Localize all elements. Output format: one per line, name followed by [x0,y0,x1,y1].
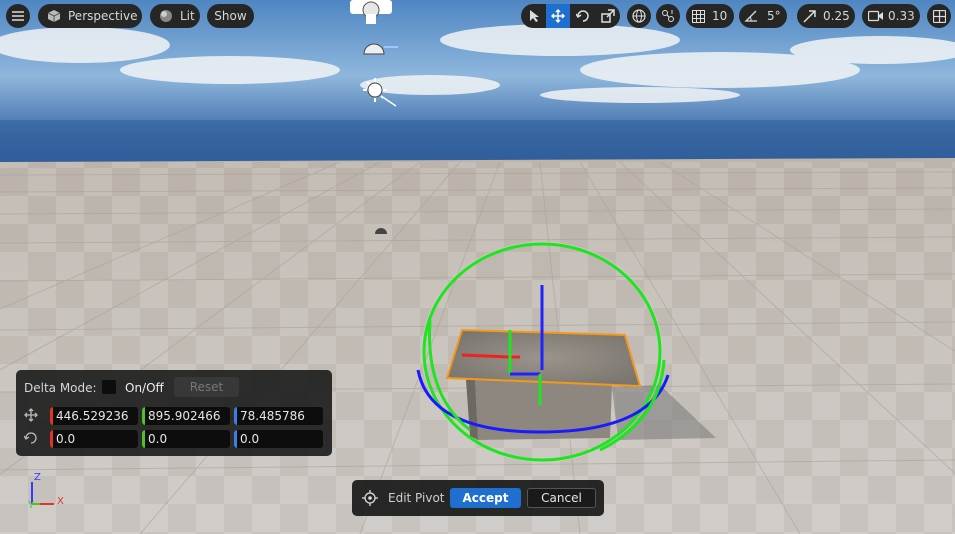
delta-mode-label: Delta Mode: [24,381,97,395]
location-x-field[interactable]: 446.529236 [50,407,138,425]
camera-speed-button[interactable]: 0.33 [862,4,920,28]
transform-mode-group [521,4,620,28]
edit-pivot-label: Edit Pivot [388,491,445,505]
surface-snap-icon [660,8,676,24]
location-y-value: 895.902466 [148,409,221,423]
perspective-label: Perspective [68,9,138,23]
cancel-button[interactable]: Cancel [527,488,596,508]
y-axis-bar [142,407,145,425]
x-axis-bar [50,430,53,448]
x-axis-bar [50,407,53,425]
grid-snap-value: 10 [712,9,728,23]
translate-mode-button[interactable] [546,4,570,28]
cancel-label: Cancel [541,491,582,505]
pivot-icon [362,490,378,509]
scale-snap-value: 0.25 [823,9,850,23]
lit-button[interactable]: Lit [150,4,200,28]
rotation-y-value: 0.0 [148,432,168,446]
surface-snapping-button[interactable] [656,4,680,28]
location-x-value: 446.529236 [56,409,129,423]
rotation-snap-toggle[interactable] [739,4,763,28]
location-z-value: 78.485786 [240,409,305,423]
layout-grid-icon [931,8,947,24]
grid-snap-group[interactable]: 10 [686,4,734,28]
rotation-x-value: 0.0 [56,432,76,446]
rotate-icon [575,8,591,24]
rotation-z-field[interactable]: 0.0 [234,430,323,448]
cursor-icon [526,8,542,24]
accept-button[interactable]: Accept [450,488,521,508]
viewport-layout-button[interactable] [927,4,951,28]
rotation-icon [23,431,38,448]
reset-label: Reset [189,380,224,394]
rotation-x-field[interactable]: 0.0 [50,430,138,448]
grid-icon [690,8,706,24]
cube-icon [46,8,62,24]
show-button[interactable]: Show [207,4,254,28]
rotation-y-field[interactable]: 0.0 [142,430,230,448]
y-axis-bar [142,430,145,448]
lit-label: Lit [180,9,195,23]
location-z-field[interactable]: 78.485786 [234,407,323,425]
axis-indicator: Z Y X [26,470,76,514]
z-axis-bar [234,407,237,425]
axis-x-label: X [57,496,64,507]
lit-sphere-icon [158,8,174,24]
perspective-button[interactable]: Perspective [38,4,142,28]
scale-snap-toggle[interactable] [797,4,821,28]
viewport-menu-button[interactable] [6,4,30,28]
grid-snap-toggle[interactable] [686,4,710,28]
hamburger-menu-icon [10,8,26,24]
camera-speed-value: 0.33 [888,9,915,23]
select-mode-button[interactable] [521,4,546,28]
show-label: Show [214,9,247,23]
reset-button[interactable]: Reset [174,377,239,397]
scale-mode-button[interactable] [595,4,620,28]
location-icon [24,408,38,425]
move-arrows-icon [550,8,566,24]
scale-arrow-icon [801,8,817,24]
scale-snap-group[interactable]: 0.25 [797,4,855,28]
accept-label: Accept [462,491,509,505]
rotate-mode-button[interactable] [570,4,595,28]
scale-icon [600,8,616,24]
angle-icon [743,8,759,24]
globe-icon [631,8,647,24]
axis-y-label: Y [28,500,35,511]
rotation-snap-group[interactable]: 5° [739,4,787,28]
world-local-button[interactable] [627,4,651,28]
delta-mode-checkbox[interactable] [102,380,116,394]
transform-input-panel: Delta Mode: On/Off Reset 446.529236 895.… [16,370,332,456]
on-off-label: On/Off [125,381,164,395]
axis-z-label: Z [34,472,41,483]
rotation-snap-value: 5° [767,9,781,23]
camera-icon [868,8,884,24]
z-axis-bar [234,430,237,448]
location-y-field[interactable]: 895.902466 [142,407,230,425]
edit-pivot-bar: Edit Pivot Accept Cancel [352,480,604,516]
rotation-z-value: 0.0 [240,432,260,446]
